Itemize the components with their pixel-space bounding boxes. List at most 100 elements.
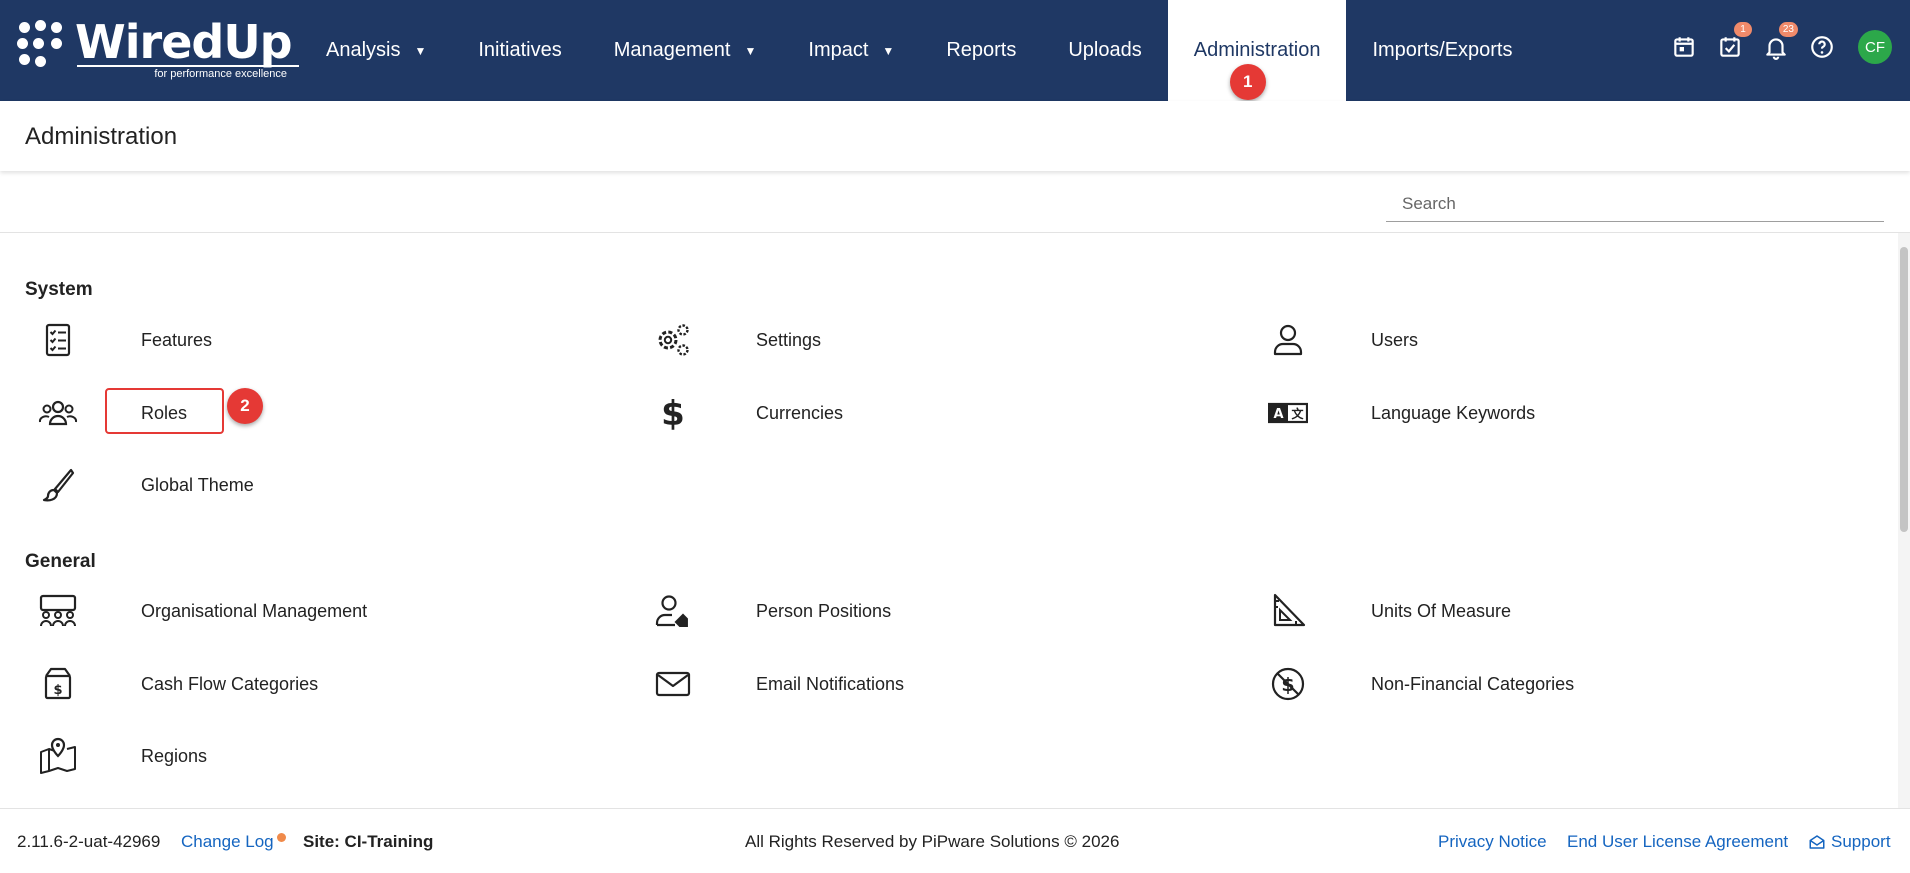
- admin-item-label: Units Of Measure: [1371, 600, 1512, 621]
- group-icon: [34, 392, 82, 434]
- privacy-notice-link[interactable]: Privacy Notice: [1438, 832, 1547, 852]
- search-row: [0, 171, 1910, 233]
- copyright-text: All Rights Reserved by PiPware Solutions…: [745, 832, 1120, 851]
- support-link[interactable]: Support: [1808, 832, 1891, 852]
- logo-underline: [77, 65, 299, 67]
- nav-uploads-label: Uploads: [1068, 39, 1142, 61]
- admin-item-units-of-measure[interactable]: Units Of Measure: [1230, 586, 1790, 636]
- nav-impact-label: Impact: [808, 39, 869, 61]
- no-dollar-icon: $: [1264, 663, 1312, 705]
- nav-management-label: Management: [613, 39, 731, 61]
- admin-item-roles[interactable]: Roles: [0, 388, 560, 438]
- admin-item-label: Users: [1371, 329, 1419, 350]
- support-mail-icon: [1809, 835, 1825, 849]
- admin-item-cash-flow-categories[interactable]: $ Cash Flow Categories: [0, 659, 560, 709]
- nav-uploads[interactable]: Uploads: [1042, 0, 1167, 101]
- ruler-triangle-icon: [1264, 590, 1312, 632]
- admin-item-label: Cash Flow Categories: [141, 673, 319, 694]
- eula-link[interactable]: End User License Agreement: [1567, 832, 1788, 852]
- nav-management[interactable]: Management ▼: [588, 0, 783, 101]
- section-title-system: System: [25, 279, 93, 300]
- nav-imports-exports[interactable]: Imports/Exports: [1346, 0, 1538, 101]
- calendar-button[interactable]: [1670, 33, 1698, 61]
- page-title: Administration: [25, 123, 178, 150]
- caret-down-icon: ▼: [414, 43, 427, 58]
- admin-item-regions[interactable]: Regions: [0, 731, 560, 781]
- nav-impact[interactable]: Impact ▼: [782, 0, 920, 101]
- svg-text:$: $: [53, 683, 62, 698]
- roles-highlight-box: [105, 388, 224, 434]
- nav-analysis-label: Analysis: [326, 39, 401, 61]
- tasks-button[interactable]: 1: [1716, 22, 1752, 61]
- calendar-icon: [1674, 37, 1694, 57]
- admin-item-label: Non-Financial Categories: [1371, 673, 1575, 694]
- logo-text: WiredUp: [75, 15, 293, 69]
- caret-down-icon: ▼: [882, 43, 895, 58]
- money-box-icon: $: [34, 663, 82, 705]
- app-frame: WiredUp for performance excellence Analy…: [0, 0, 1910, 873]
- admin-item-global-theme[interactable]: Global Theme: [0, 460, 560, 510]
- admin-item-label: Settings: [756, 329, 822, 350]
- notifications-count-badge: 23: [1778, 22, 1798, 37]
- nav-administration-label: Administration: [1193, 39, 1321, 61]
- task-check-icon: [1720, 37, 1740, 57]
- notifications-button[interactable]: 23: [1762, 22, 1798, 61]
- page-header: Administration: [0, 101, 1910, 171]
- nav-initiatives[interactable]: Initiatives: [452, 0, 587, 101]
- dollar-icon: $: [649, 392, 697, 434]
- nav-administration[interactable]: Administration 1: [1167, 0, 1347, 101]
- brush-icon: [34, 464, 82, 506]
- admin-item-label: Email Notifications: [756, 673, 905, 694]
- user-icon: [1264, 319, 1312, 361]
- nav-icon-group: 1 23 CF: [1670, 22, 1892, 64]
- admin-content: System Features Settings Users Roles $ C…: [0, 233, 1898, 808]
- help-button[interactable]: [1808, 33, 1836, 61]
- changelog-link[interactable]: Change Log: [181, 832, 274, 852]
- admin-item-features[interactable]: Features: [0, 315, 560, 365]
- admin-item-person-positions[interactable]: Person Positions: [615, 586, 1175, 636]
- admin-item-settings[interactable]: Settings: [615, 315, 1175, 365]
- nav-imports-exports-label: Imports/Exports: [1372, 39, 1513, 61]
- user-avatar[interactable]: CF: [1858, 30, 1892, 64]
- changelog-new-dot: [277, 833, 286, 842]
- wiredup-logo[interactable]: WiredUp for performance excellence: [17, 15, 299, 86]
- search-input[interactable]: [1386, 186, 1884, 222]
- nav-reports-label: Reports: [946, 39, 1017, 61]
- logo-tagline: for performance excellence: [154, 68, 287, 80]
- step-badge-2: 2: [227, 388, 263, 424]
- admin-item-users[interactable]: Users: [1230, 315, 1790, 365]
- admin-item-label: Currencies: [756, 402, 844, 423]
- logo-dots-icon: [17, 20, 65, 72]
- support-label: Support: [1831, 832, 1891, 851]
- admin-item-label: Person Positions: [756, 600, 892, 621]
- admin-item-label: Global Theme: [141, 474, 254, 495]
- svg-text:A: A: [1273, 407, 1283, 422]
- bell-icon: [1766, 38, 1786, 60]
- top-navbar: WiredUp for performance excellence Analy…: [0, 0, 1910, 101]
- main-nav: Analysis ▼ Initiatives Management ▼ Impa…: [300, 0, 1539, 101]
- admin-item-organisational-management[interactable]: Organisational Management: [0, 586, 560, 636]
- admin-item-label: Organisational Management: [141, 600, 368, 621]
- nav-initiatives-label: Initiatives: [478, 39, 562, 61]
- admin-item-language-keywords[interactable]: A 文 Language Keywords: [1230, 388, 1790, 438]
- scrollbar-thumb[interactable]: [1900, 247, 1908, 532]
- nav-reports[interactable]: Reports: [920, 0, 1042, 101]
- map-pin-icon: [34, 735, 82, 777]
- gears-icon: [649, 319, 697, 361]
- section-title-general: General: [25, 551, 96, 572]
- admin-item-label: Regions: [141, 745, 208, 766]
- admin-item-label: Features: [141, 329, 213, 350]
- admin-item-label: Language Keywords: [1371, 402, 1536, 423]
- checklist-icon: [34, 319, 82, 361]
- footer: 2.11.6-2-uat-42969 Change Log Site: CI-T…: [0, 808, 1910, 873]
- admin-item-non-financial-categories[interactable]: $ Non-Financial Categories: [1230, 659, 1790, 709]
- admin-item-email-notifications[interactable]: Email Notifications: [615, 659, 1175, 709]
- person-tag-icon: [649, 590, 697, 632]
- step-badge-1: 1: [1229, 64, 1266, 100]
- svg-text:$: $: [661, 394, 685, 433]
- nav-analysis[interactable]: Analysis ▼: [300, 0, 452, 101]
- admin-item-currencies[interactable]: $ Currencies: [615, 388, 1175, 438]
- app-version: 2.11.6-2-uat-42969: [17, 832, 161, 851]
- tasks-count-badge: 1: [1734, 22, 1752, 37]
- content-scrollbar[interactable]: [1898, 233, 1910, 808]
